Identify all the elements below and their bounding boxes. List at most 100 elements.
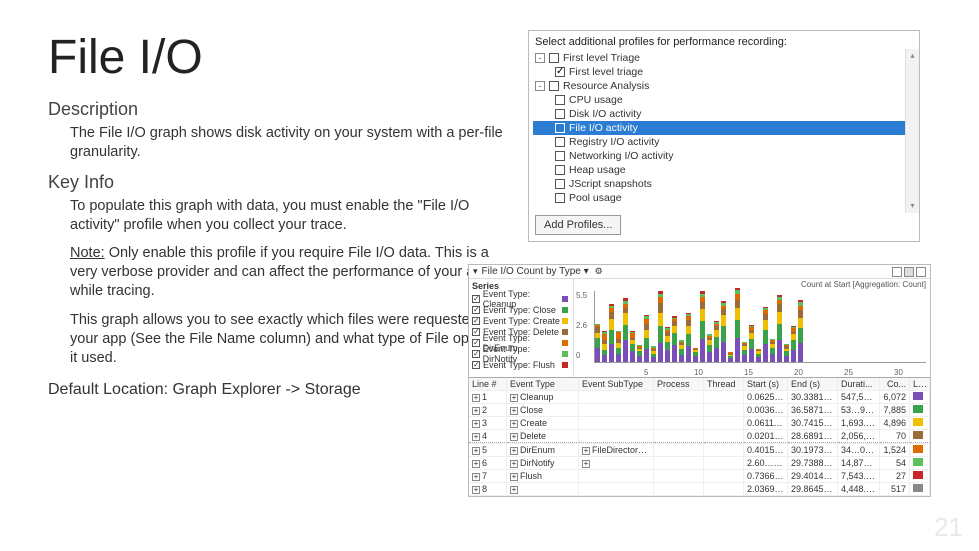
profile-item-label: JScript snapshots [569,177,652,191]
table-column-header[interactable]: Thread [704,378,744,390]
page-title: File I/O [48,30,520,85]
checkbox[interactable] [472,361,480,369]
table-column-header[interactable]: Co... [880,378,910,390]
chart-bar [679,340,684,362]
table-column-header[interactable]: Legend [910,378,930,390]
legend-swatch [562,296,568,302]
x-axis-tick: 30 [894,368,903,377]
table-row[interactable]: +3+Create0.06111…30.74151…1,693.45…4,896 [469,417,930,430]
row-expander-icon[interactable]: + [472,473,480,481]
checkbox[interactable] [555,95,565,105]
table-column-header[interactable]: Event Type [507,378,579,390]
legend-swatch [562,340,568,346]
tree-expander-icon[interactable]: - [535,53,545,63]
row-expander-icon[interactable]: + [510,486,518,494]
checkbox[interactable] [472,350,480,358]
table-row[interactable]: +1+Cleanup0.0625…30.33815…547,529…6,072 [469,391,930,404]
table-row[interactable]: +4+Delete0.020158…28.68918…2,056,00370 [469,430,930,444]
table-row[interactable]: +2+Close0.00369…36.58714…53…920…7,885 [469,404,930,417]
chart-bar [791,326,796,362]
chart-bar [644,315,649,362]
profile-item[interactable]: First level triage [533,65,915,79]
chart-view-mode-2[interactable] [904,267,914,277]
profile-item[interactable]: Networking I/O activity [533,149,915,163]
checkbox[interactable] [549,81,559,91]
row-expander-icon[interactable]: + [472,447,480,455]
table-column-header[interactable]: End (s) [788,378,838,390]
legend-item[interactable]: Event Type: DirNotify [472,348,570,359]
table-column-header[interactable]: Durati... [838,378,880,390]
table-row[interactable]: +6+DirNotify+2.60…503…29.73880…14,872.5…… [469,457,930,470]
profile-item-label: Disk I/O activity [569,107,641,121]
profile-tree[interactable]: -First level TriageFirst level triage-Re… [529,51,919,211]
legend-item[interactable]: Event Type: Create [472,315,570,326]
checkbox[interactable] [555,109,565,119]
x-axis-tick: 10 [694,368,703,377]
profile-selector-title: Select additional profiles for performan… [529,31,919,51]
row-expander-icon[interactable]: + [510,407,518,415]
legend-item[interactable]: Event Type: Cleanup [472,293,570,304]
chart-bar [651,346,656,362]
chart-data-table[interactable]: Line #Event TypeEvent SubTypeProcessThre… [469,377,930,496]
row-expander-icon[interactable]: + [472,407,480,415]
profile-item[interactable]: -Resource Analysis [533,79,915,93]
table-column-header[interactable]: Event SubType [579,378,654,390]
table-column-header[interactable]: Process [654,378,704,390]
chart-view-mode-3[interactable] [916,267,926,277]
chart-bar [665,327,670,362]
row-expander-icon[interactable]: + [510,473,518,481]
checkbox[interactable] [555,151,565,161]
checkbox[interactable] [555,179,565,189]
row-expander-icon[interactable]: + [472,486,480,494]
row-expander-icon[interactable]: + [510,460,518,468]
table-column-header[interactable]: Start (s) [744,378,788,390]
checkbox[interactable] [555,165,565,175]
checkbox[interactable] [472,295,480,303]
row-expander-icon[interactable]: + [472,433,480,441]
chart-settings-icon[interactable]: ⚙ [595,266,603,277]
row-expander-icon[interactable]: + [510,394,518,402]
row-expander-icon[interactable]: + [510,447,518,455]
chart-view-mode-1[interactable] [892,267,902,277]
chart-bar [721,301,726,362]
checkbox[interactable] [472,328,480,336]
profile-item[interactable]: Registry I/O activity [533,135,915,149]
profile-item[interactable]: Heap usage [533,163,915,177]
chart-bar [658,291,663,362]
row-expander-icon[interactable]: + [472,460,480,468]
legend-swatch [562,329,568,335]
row-expander-icon[interactable]: + [510,433,518,441]
chart-plot-area[interactable]: Count at Start [Aggregation: Count] 5.52… [574,279,930,377]
checkbox[interactable] [555,137,565,147]
legend-item[interactable]: Event Type: Close [472,304,570,315]
profile-item[interactable]: JScript snapshots [533,177,915,191]
legend-label: Event Type: Close [483,305,556,315]
chevron-down-icon[interactable]: ▾ [473,266,478,277]
table-column-header[interactable]: Line # [469,378,507,390]
table-row[interactable]: +5+DirEnum+FileDirectoryInformation0.401… [469,444,930,457]
table-row[interactable]: +8+2.03692…29.86454…4,448.8…517 [469,483,930,496]
row-expander-icon[interactable]: + [472,420,480,428]
checkbox[interactable] [555,123,565,133]
legend-swatch [913,471,923,479]
profile-item[interactable]: -First level Triage [533,51,915,65]
checkbox[interactable] [555,67,565,77]
profile-item[interactable]: File I/O activity [533,121,915,135]
profile-item[interactable]: CPU usage [533,93,915,107]
row-expander-icon[interactable]: + [510,420,518,428]
checkbox[interactable] [555,193,565,203]
add-profiles-button[interactable]: Add Profiles... [535,215,621,235]
checkbox[interactable] [472,317,480,325]
keyinfo-p1: To populate this graph with data, you mu… [70,197,520,235]
chart-title: File I/O Count by Type ▾ [482,266,589,277]
profile-item[interactable]: Pool usage [533,191,915,205]
table-row[interactable]: +7+Flush0.736622…29.40142…7,543.11…27 [469,470,930,483]
checkbox[interactable] [472,306,480,314]
chart-aggregation-label: Count at Start [Aggregation: Count] [801,280,926,289]
profile-item[interactable]: Disk I/O activity [533,107,915,121]
checkbox[interactable] [549,53,559,63]
checkbox[interactable] [472,339,480,347]
tree-expander-icon[interactable]: - [535,81,545,91]
scrollbar-vertical[interactable] [905,49,919,213]
row-expander-icon[interactable]: + [472,394,480,402]
